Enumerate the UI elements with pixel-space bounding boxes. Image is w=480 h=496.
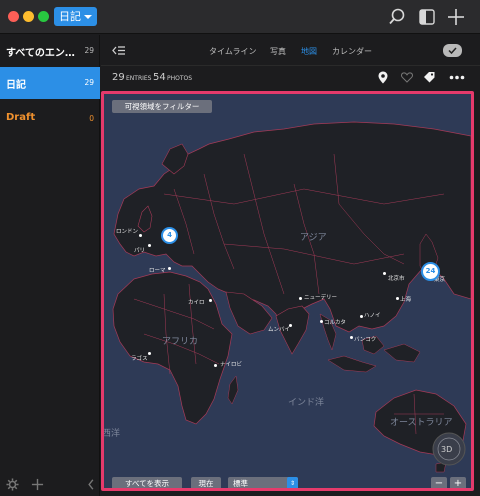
map-type-value: 標準 bbox=[233, 479, 248, 488]
heart-icon[interactable] bbox=[401, 72, 413, 83]
location-pin-icon[interactable] bbox=[378, 71, 388, 84]
gear-icon[interactable] bbox=[6, 478, 19, 491]
city-label: ロンドン bbox=[116, 229, 139, 235]
city-label: カイロ bbox=[188, 300, 205, 306]
city-label: ハノイ bbox=[364, 313, 381, 319]
city-marker bbox=[214, 364, 217, 367]
entries-label: ENTRIES bbox=[126, 75, 152, 82]
sidebar-toggle-icon[interactable] bbox=[417, 7, 437, 27]
city-label: バンコク bbox=[354, 337, 377, 343]
sidebar-item-journal[interactable]: 日記 29 bbox=[0, 67, 100, 99]
city-marker bbox=[350, 336, 353, 339]
plus-icon[interactable] bbox=[31, 478, 44, 491]
minimize-window-button[interactable] bbox=[23, 11, 34, 22]
sidebar-item-all-entries[interactable]: すべてのエン… 29 bbox=[0, 35, 100, 67]
city-marker bbox=[360, 315, 363, 318]
journal-selector-label: 日記 bbox=[59, 10, 81, 23]
sidebar-item-count: 29 bbox=[84, 46, 94, 55]
city-marker bbox=[148, 352, 151, 355]
city-label: ニューデリー bbox=[304, 295, 338, 301]
chevron-down-icon bbox=[84, 15, 92, 19]
more-options-icon[interactable] bbox=[449, 75, 465, 80]
current-location-button[interactable]: 現在 bbox=[191, 477, 221, 488]
city-label: コルカタ bbox=[324, 320, 346, 326]
city-label: パリ bbox=[134, 248, 146, 254]
sidebar-item-count: 29 bbox=[84, 78, 94, 87]
city-label: 北京市 bbox=[388, 276, 405, 282]
city-label: ムンバイ bbox=[268, 327, 291, 333]
cluster-count: 24 bbox=[425, 267, 436, 275]
app-window: 日記 すべてのエン… 29 日記 29 Draft 0 タイムライン 写真 地図… bbox=[0, 0, 480, 496]
city-marker bbox=[396, 297, 399, 300]
maximize-window-button[interactable] bbox=[38, 11, 49, 22]
entries-count: 29 bbox=[112, 72, 125, 83]
location-cluster-marker[interactable]: 4 bbox=[161, 227, 178, 244]
chevron-updown-icon: ⇕ bbox=[287, 477, 298, 488]
close-window-button[interactable] bbox=[8, 11, 19, 22]
cluster-count: 4 bbox=[167, 231, 172, 239]
city-label: ローマ bbox=[149, 268, 166, 274]
stats-bar: 29 ENTRIES 54 PHOTOS bbox=[101, 66, 480, 90]
region-label: アジア bbox=[300, 233, 327, 243]
collapse-list-icon[interactable] bbox=[112, 45, 126, 56]
zoom-out-button[interactable]: − bbox=[431, 477, 447, 488]
search-icon[interactable] bbox=[387, 7, 407, 27]
region-label: オーストラリア bbox=[390, 418, 453, 428]
city-label: ラゴス bbox=[131, 356, 148, 362]
plus-icon[interactable] bbox=[446, 7, 466, 27]
city-marker bbox=[148, 244, 151, 247]
location-cluster-marker[interactable]: 24 bbox=[421, 262, 440, 281]
city-marker bbox=[320, 320, 323, 323]
tag-icon[interactable] bbox=[423, 71, 436, 84]
checkmark-icon bbox=[448, 47, 457, 54]
3d-toggle-button[interactable]: 3D bbox=[441, 445, 452, 454]
tab-timeline[interactable]: タイムライン bbox=[209, 46, 256, 57]
sidebar-item-draft[interactable]: Draft 0 bbox=[0, 103, 100, 135]
journal-selector[interactable]: 日記 bbox=[54, 7, 97, 26]
city-marker bbox=[168, 267, 171, 270]
tab-map[interactable]: 地図 bbox=[301, 46, 317, 57]
chevron-left-icon[interactable] bbox=[86, 478, 96, 491]
sidebar-item-label: Draft bbox=[6, 112, 36, 123]
view-header: タイムライン 写真 地図 カレンダー bbox=[101, 35, 480, 66]
sidebar-item-label: 日記 bbox=[6, 80, 26, 91]
zoom-in-button[interactable]: + bbox=[450, 477, 466, 488]
city-label: 上海 bbox=[400, 297, 412, 303]
show-all-button[interactable]: すべてを表示 bbox=[112, 477, 182, 488]
map-type-select[interactable]: 標準 ⇕ bbox=[228, 477, 298, 488]
sidebar-footer bbox=[0, 474, 100, 496]
city-marker bbox=[383, 272, 386, 275]
region-label: インド洋 bbox=[288, 398, 325, 408]
city-marker bbox=[139, 234, 142, 237]
city-marker bbox=[209, 299, 212, 302]
tab-photos[interactable]: 写真 bbox=[270, 46, 286, 57]
toggle-button[interactable] bbox=[443, 44, 462, 57]
city-label: ナイロビ bbox=[220, 362, 243, 368]
city-marker bbox=[299, 297, 302, 300]
world-map bbox=[112, 121, 471, 473]
photos-label: PHOTOS bbox=[167, 75, 193, 82]
region-label: アフリカ bbox=[162, 337, 199, 347]
filter-visible-area-button[interactable]: 可視領域をフィルター bbox=[112, 100, 212, 113]
title-bar: 日記 bbox=[0, 0, 480, 34]
photos-count: 54 bbox=[153, 72, 166, 83]
tab-calendar[interactable]: カレンダー bbox=[332, 46, 372, 57]
sidebar: すべてのエン… 29 日記 29 Draft 0 bbox=[0, 35, 100, 496]
region-label: 西洋 bbox=[102, 429, 121, 439]
sidebar-item-label: すべてのエン… bbox=[6, 48, 75, 59]
map-view[interactable]: アジア アフリカ インド洋 オーストラリア 西洋 ロンドン パリ ローマ カイロ… bbox=[101, 91, 474, 491]
sidebar-item-count: 0 bbox=[89, 114, 94, 123]
